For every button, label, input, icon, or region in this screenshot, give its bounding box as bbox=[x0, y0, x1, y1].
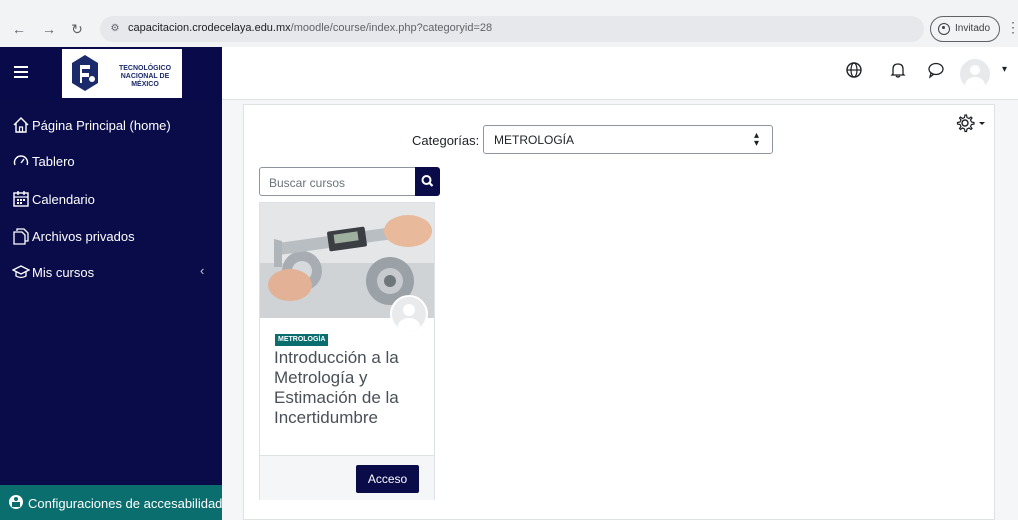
files-icon bbox=[13, 228, 29, 245]
calendar-icon bbox=[13, 191, 29, 207]
course-card[interactable]: METROLOGÍA Introducción a la Metrología … bbox=[259, 202, 435, 500]
sidebar-item-label: Página Principal (home) bbox=[32, 118, 171, 133]
drawer-toggle-button[interactable] bbox=[0, 47, 48, 100]
sidebar-item-calendar[interactable]: Calendario bbox=[0, 184, 222, 214]
course-title-link[interactable]: Introducción a la Metrología y Estimació… bbox=[274, 348, 426, 428]
categories-selected-value: METROLOGÍA bbox=[494, 133, 575, 147]
categories-label: Categorías: bbox=[412, 133, 480, 148]
search-icon bbox=[421, 175, 434, 187]
tecnm-logo-icon bbox=[72, 55, 98, 91]
hamburger-icon bbox=[14, 66, 28, 68]
profile-button[interactable]: Invitado bbox=[930, 16, 1000, 42]
logo-text: TECNOLÓGICO NACIONAL DE MÉXICO bbox=[118, 65, 172, 88]
profile-label: Invitado bbox=[955, 23, 991, 34]
site-logo[interactable]: TECNOLÓGICO NACIONAL DE MÉXICO bbox=[62, 49, 182, 98]
accessibility-icon bbox=[9, 495, 23, 509]
profile-icon bbox=[938, 23, 950, 35]
sidebar-item-home[interactable]: Página Principal (home) bbox=[0, 110, 222, 140]
select-arrows-icon: ▴ ▾ bbox=[754, 130, 760, 149]
site-navbar: TECNOLÓGICO NACIONAL DE MÉXICO ▾ bbox=[0, 47, 1018, 100]
language-globe-icon[interactable] bbox=[845, 61, 863, 85]
notifications-bell-icon[interactable] bbox=[890, 61, 906, 85]
search-courses-input[interactable]: Buscar cursos bbox=[259, 167, 415, 196]
sidebar-item-label: Mis cursos bbox=[32, 265, 95, 280]
sidebar-item-my-courses[interactable]: Mis cursos ‹ bbox=[0, 257, 222, 287]
site-settings-icon[interactable]: ⚙ bbox=[108, 22, 122, 36]
dashboard-icon bbox=[13, 155, 29, 166]
messages-chat-icon[interactable] bbox=[927, 61, 945, 85]
sidebar-item-label: Calendario bbox=[32, 192, 95, 207]
url-text[interactable]: capacitacion.crodecelaya.edu.mx/moodle/c… bbox=[128, 22, 492, 34]
course-index-drawer: Página Principal (home) Tablero Calendar… bbox=[0, 100, 222, 520]
forward-icon[interactable]: → bbox=[40, 20, 58, 38]
user-avatar[interactable] bbox=[960, 59, 990, 89]
course-card-footer: Acceso bbox=[260, 455, 434, 500]
reload-icon[interactable]: ↻ bbox=[68, 20, 86, 38]
browser-menu-icon[interactable]: ⋮ bbox=[1006, 20, 1018, 34]
search-button[interactable] bbox=[415, 167, 440, 196]
home-icon bbox=[13, 117, 29, 133]
address-bar[interactable]: ⚙ capacitacion.crodecelaya.edu.mx/moodle… bbox=[100, 16, 924, 42]
category-badge: METROLOGÍA bbox=[275, 334, 329, 346]
graduation-cap-icon bbox=[12, 265, 30, 279]
sidebar-item-private-files[interactable]: Archivos privados bbox=[0, 221, 222, 251]
categories-select[interactable]: METROLOGÍA ▴ ▾ bbox=[483, 125, 773, 154]
access-button[interactable]: Acceso bbox=[356, 465, 419, 493]
sidebar-item-label: Archivos privados bbox=[32, 229, 135, 244]
course-admin-gear-icon[interactable] bbox=[954, 112, 988, 134]
course-contact-avatar bbox=[390, 295, 428, 333]
sidebar-item-dashboard[interactable]: Tablero bbox=[0, 146, 222, 176]
accessibility-settings-button[interactable]: Configuraciones de accesabilidad bbox=[0, 485, 222, 520]
accessibility-label: Configuraciones de accesabilidad bbox=[28, 496, 223, 511]
site-logo-area[interactable]: TECNOLÓGICO NACIONAL DE MÉXICO bbox=[48, 47, 222, 100]
search-placeholder: Buscar cursos bbox=[269, 176, 346, 190]
user-menu-chevron-down-icon[interactable]: ▾ bbox=[1002, 64, 1007, 75]
sidebar-item-label: Tablero bbox=[32, 154, 75, 169]
chevron-left-icon[interactable]: ‹ bbox=[200, 263, 204, 278]
back-icon[interactable]: ← bbox=[10, 20, 28, 38]
